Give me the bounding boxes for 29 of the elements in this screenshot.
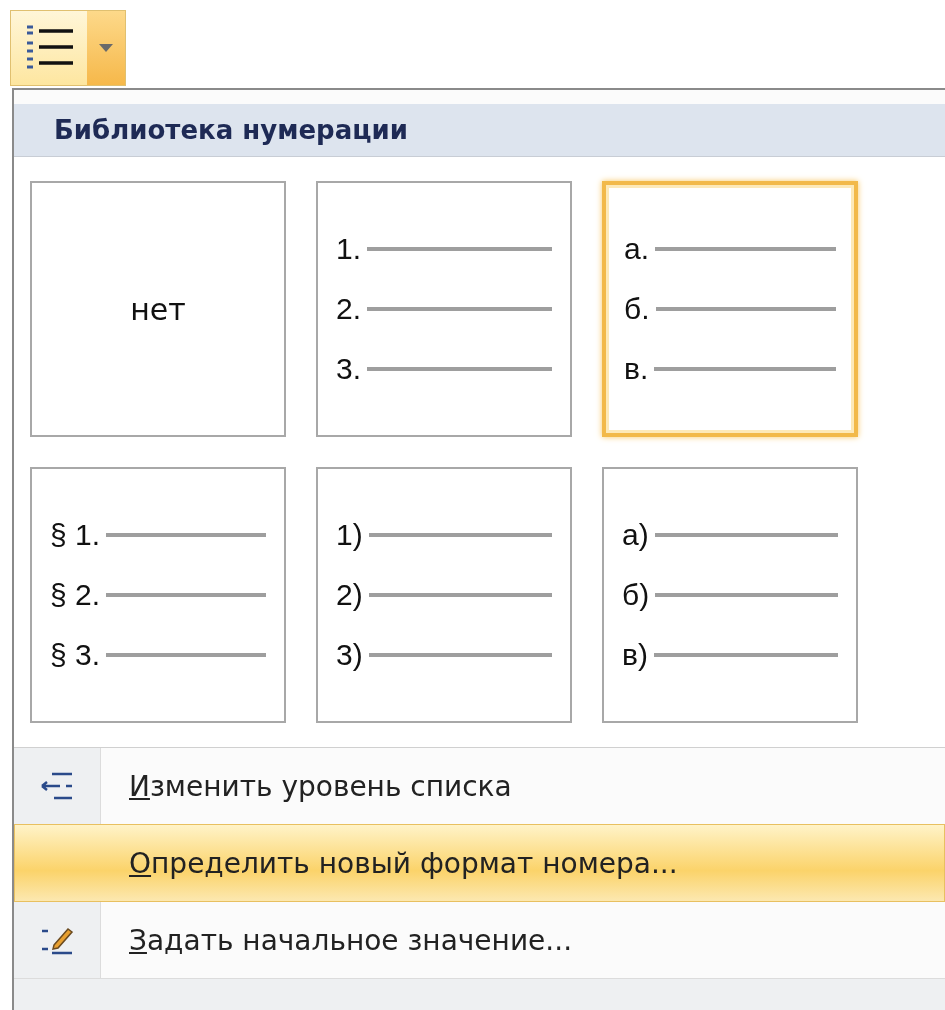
list-marker: б) [622, 578, 650, 612]
numbering-option[interactable]: 1) 2) 3) [316, 467, 572, 723]
list-marker: а) [622, 518, 649, 552]
menu-item[interactable]: Определить новый формат номера... [14, 824, 945, 902]
numbering-button[interactable] [10, 10, 126, 86]
list-marker: § 3. [50, 638, 101, 672]
list-marker: 2. [336, 292, 362, 326]
list-marker: § 1. [50, 518, 101, 552]
numbering-option[interactable]: 1. 2. 3. [316, 181, 572, 437]
numbering-option[interactable]: нет [30, 181, 286, 437]
list-marker: 1) [336, 518, 363, 552]
list-marker: в) [622, 638, 648, 672]
list-marker: 3) [336, 638, 363, 672]
indent-icon [40, 771, 74, 801]
list-marker: а. [624, 232, 650, 266]
numbering-option[interactable]: § 1. § 2. § 3. [30, 467, 286, 723]
none-label: нет [130, 291, 186, 327]
menu-item[interactable]: Изменить уровень списка [14, 748, 945, 824]
caret-icon [99, 44, 113, 52]
list-marker: 1. [336, 232, 362, 266]
list-marker: 2) [336, 578, 363, 612]
list-marker: в. [624, 352, 649, 386]
list-marker: 3. [336, 352, 362, 386]
menu-item[interactable]: Задать начальное значение... [14, 902, 945, 978]
list-marker: § 2. [50, 578, 101, 612]
numbering-option[interactable]: а) б) в) [602, 467, 858, 723]
numbering-option[interactable]: а. б. в. [602, 181, 858, 437]
list-marker: б. [624, 292, 650, 326]
section-title: Библиотека нумерации [54, 115, 408, 145]
